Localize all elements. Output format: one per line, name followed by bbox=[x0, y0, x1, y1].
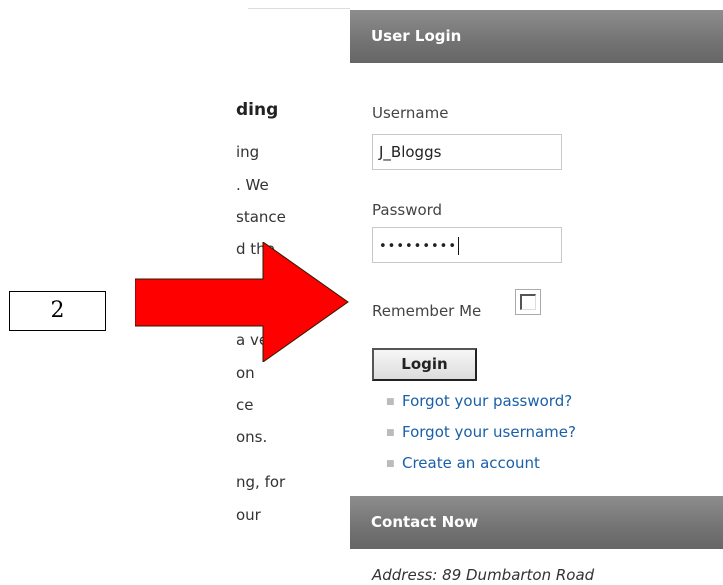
article-text-fragment: on bbox=[236, 364, 255, 382]
bullet-icon: ■ bbox=[386, 396, 395, 407]
password-label: Password bbox=[372, 201, 443, 219]
login-links-list: ■ Forgot your password? ■ Forgot your user… bbox=[386, 392, 576, 485]
article-heading-fragment: ding bbox=[236, 100, 279, 120]
bullet-icon: ■ bbox=[386, 427, 395, 438]
password-field[interactable]: ••••••••• bbox=[372, 227, 562, 263]
contact-module-header: Contact Now bbox=[350, 496, 723, 549]
forgot-username-link[interactable]: Forgot your username? bbox=[402, 423, 576, 441]
login-module-header: User Login bbox=[350, 10, 723, 63]
remember-me-label: Remember Me bbox=[372, 302, 482, 320]
red-arrow-icon bbox=[135, 242, 349, 362]
article-text-fragment: ng, for bbox=[236, 473, 286, 491]
username-field[interactable]: J_Bloggs bbox=[372, 134, 562, 170]
contact-address: Address: 89 Dumbarton Road bbox=[372, 566, 595, 584]
remember-me-checkbox[interactable] bbox=[515, 289, 541, 315]
checkbox-box bbox=[520, 294, 536, 310]
article-text-fragment: our bbox=[236, 506, 261, 524]
sidebar: User Login Username J_Bloggs Password ••… bbox=[350, 0, 723, 585]
password-mask: ••••••••• bbox=[379, 239, 458, 254]
login-button[interactable]: Login bbox=[372, 348, 477, 381]
article-text-fragment: ing bbox=[236, 143, 260, 161]
article-text-fragment: ce bbox=[236, 396, 254, 414]
bullet-icon: ■ bbox=[386, 458, 395, 469]
text-caret bbox=[458, 236, 460, 255]
list-item: ■ Forgot your password? bbox=[386, 392, 576, 423]
list-item: ■ Forgot your username? bbox=[386, 423, 576, 454]
article-text-fragment: ons. bbox=[236, 428, 268, 446]
forgot-password-link[interactable]: Forgot your password? bbox=[402, 392, 572, 410]
article-text-fragment: stance bbox=[236, 208, 286, 226]
username-value: J_Bloggs bbox=[379, 143, 442, 161]
create-account-link[interactable]: Create an account bbox=[402, 454, 540, 472]
article-text-fragment: . We bbox=[236, 176, 269, 194]
username-label: Username bbox=[372, 104, 449, 122]
divider bbox=[248, 8, 350, 9]
step-number-box: 2 bbox=[9, 291, 106, 331]
list-item: ■ Create an account bbox=[386, 454, 576, 485]
